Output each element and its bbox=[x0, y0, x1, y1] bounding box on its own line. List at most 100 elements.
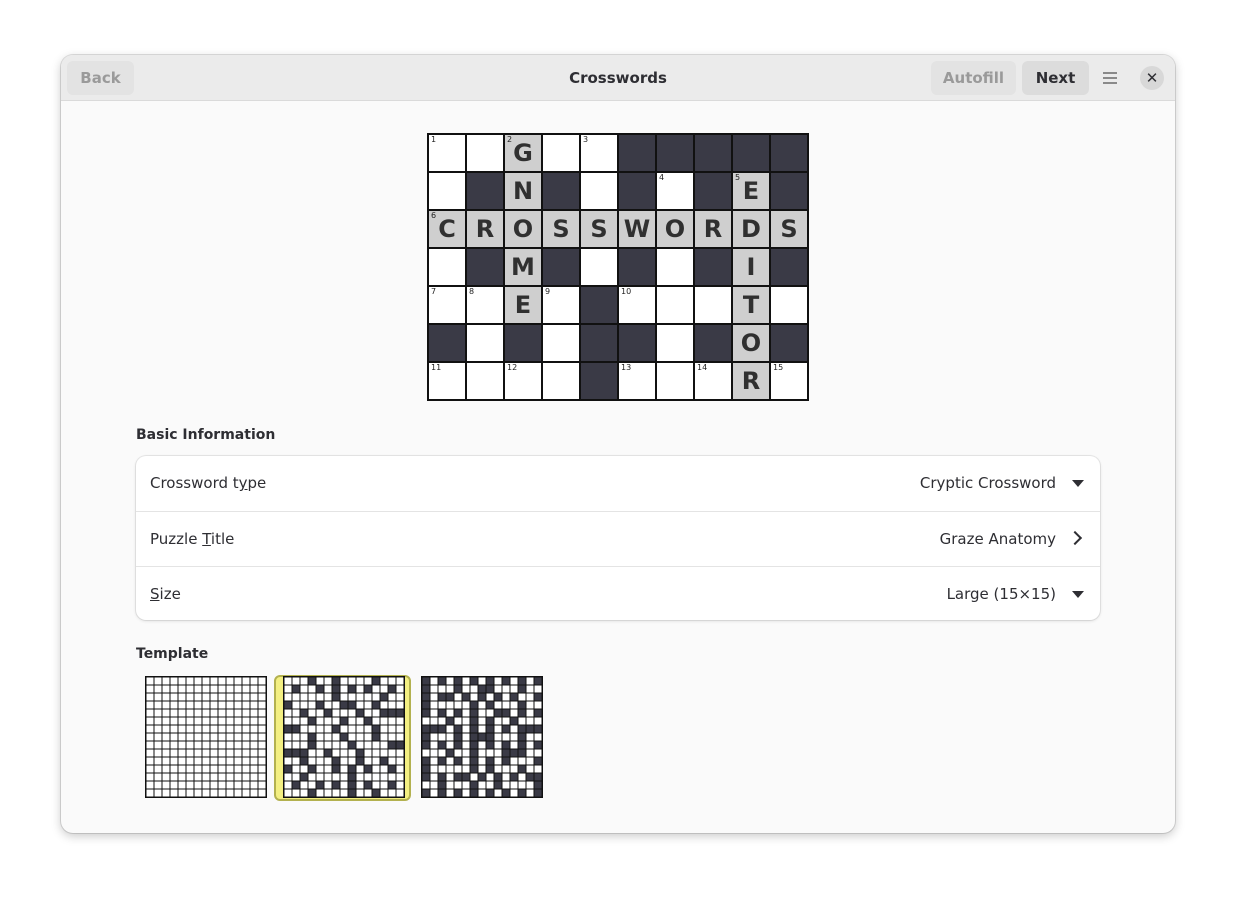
template-block-cell bbox=[470, 725, 478, 733]
basic-information-heading: Basic Information bbox=[136, 427, 276, 443]
template-cell bbox=[356, 765, 364, 773]
template-cell bbox=[324, 717, 332, 725]
template-cell bbox=[388, 733, 396, 741]
template-blank[interactable] bbox=[145, 676, 267, 798]
template-cell bbox=[396, 733, 404, 741]
hamburger-menu-icon[interactable] bbox=[1099, 67, 1121, 89]
puzzle-title-row[interactable]: Puzzle Title Graze Anatomy bbox=[136, 511, 1100, 566]
template-cell bbox=[478, 725, 486, 733]
template-cell bbox=[178, 749, 186, 757]
template-block-cell bbox=[348, 741, 356, 749]
template-block-cell bbox=[316, 781, 324, 789]
template-cell bbox=[380, 677, 388, 685]
template-cell bbox=[348, 733, 356, 741]
template-block-cell bbox=[438, 677, 446, 685]
template-cell bbox=[446, 781, 454, 789]
block-cell bbox=[581, 287, 617, 323]
template-block-cell bbox=[534, 677, 542, 685]
template-cell bbox=[462, 725, 470, 733]
template-cell bbox=[324, 773, 332, 781]
clue-number: 7 bbox=[431, 287, 437, 296]
template-cell bbox=[242, 725, 250, 733]
template-cell bbox=[372, 757, 380, 765]
template-block-cell bbox=[438, 773, 446, 781]
template-block-cell bbox=[534, 709, 542, 717]
template-block-cell bbox=[372, 733, 380, 741]
template-cell bbox=[316, 741, 324, 749]
block-cell bbox=[467, 249, 503, 285]
grid-cell bbox=[467, 363, 503, 399]
template-cell bbox=[438, 733, 446, 741]
template-block-cell bbox=[316, 685, 324, 693]
template-cell bbox=[226, 693, 234, 701]
template-cell bbox=[534, 749, 542, 757]
template-dense[interactable] bbox=[421, 676, 543, 798]
back-button[interactable]: Back bbox=[67, 61, 134, 95]
template-block-cell bbox=[364, 717, 372, 725]
template-cell bbox=[430, 693, 438, 701]
template-cell bbox=[226, 717, 234, 725]
template-block-cell bbox=[534, 773, 542, 781]
template-cell bbox=[226, 757, 234, 765]
template-block-cell bbox=[518, 725, 526, 733]
template-cell bbox=[364, 773, 372, 781]
template-cell bbox=[438, 717, 446, 725]
template-cell bbox=[146, 733, 154, 741]
template-cell bbox=[486, 693, 494, 701]
autofill-button[interactable]: Autofill bbox=[931, 61, 1016, 95]
template-cell bbox=[186, 749, 194, 757]
size-row[interactable]: Size Large (15×15) bbox=[136, 566, 1100, 620]
grid-cell bbox=[543, 325, 579, 361]
template-block-cell bbox=[470, 701, 478, 709]
crossword-type-label: Crossword type bbox=[150, 474, 267, 492]
template-block-cell bbox=[422, 693, 430, 701]
template-cell bbox=[250, 709, 258, 717]
template-block-cell bbox=[518, 677, 526, 685]
template-cell bbox=[494, 757, 502, 765]
template-cell bbox=[462, 733, 470, 741]
template-cell bbox=[202, 685, 210, 693]
template-cell bbox=[162, 773, 170, 781]
template-block-cell bbox=[486, 725, 494, 733]
grid-cell: 6C bbox=[429, 211, 465, 247]
template-cell bbox=[526, 749, 534, 757]
grid-cell bbox=[657, 363, 693, 399]
template-block-cell bbox=[534, 781, 542, 789]
template-cell bbox=[518, 693, 526, 701]
crossword-type-row[interactable]: Crossword type Cryptic Crossword bbox=[136, 456, 1100, 511]
template-cell bbox=[210, 677, 218, 685]
template-cell bbox=[372, 765, 380, 773]
template-cell bbox=[486, 749, 494, 757]
template-block-cell bbox=[462, 693, 470, 701]
template-cell bbox=[162, 733, 170, 741]
cell-letter: O bbox=[512, 215, 534, 243]
block-cell bbox=[733, 135, 769, 171]
template-cell bbox=[258, 701, 266, 709]
template-cell bbox=[364, 693, 372, 701]
template-cell bbox=[526, 765, 534, 773]
template-cell bbox=[258, 781, 266, 789]
template-cell bbox=[218, 773, 226, 781]
template-cell bbox=[470, 773, 478, 781]
next-button[interactable]: Next bbox=[1022, 61, 1089, 95]
clue-number: 4 bbox=[659, 173, 665, 182]
template-cell bbox=[332, 749, 340, 757]
template-cell bbox=[340, 677, 348, 685]
template-block-cell bbox=[510, 773, 518, 781]
grid-cell bbox=[657, 325, 693, 361]
close-icon[interactable]: ✕ bbox=[1140, 66, 1164, 90]
template-block-cell bbox=[324, 709, 332, 717]
template-cell bbox=[332, 789, 340, 797]
template-block-cell bbox=[388, 781, 396, 789]
grid-cell bbox=[429, 173, 465, 209]
clue-number: 13 bbox=[621, 363, 632, 372]
template-cell bbox=[292, 693, 300, 701]
template-sparse[interactable] bbox=[283, 676, 405, 798]
template-cell bbox=[242, 789, 250, 797]
template-cell bbox=[186, 741, 194, 749]
template-cell bbox=[510, 781, 518, 789]
template-cell bbox=[430, 781, 438, 789]
template-cell bbox=[178, 677, 186, 685]
template-cell bbox=[210, 709, 218, 717]
template-cell bbox=[186, 693, 194, 701]
